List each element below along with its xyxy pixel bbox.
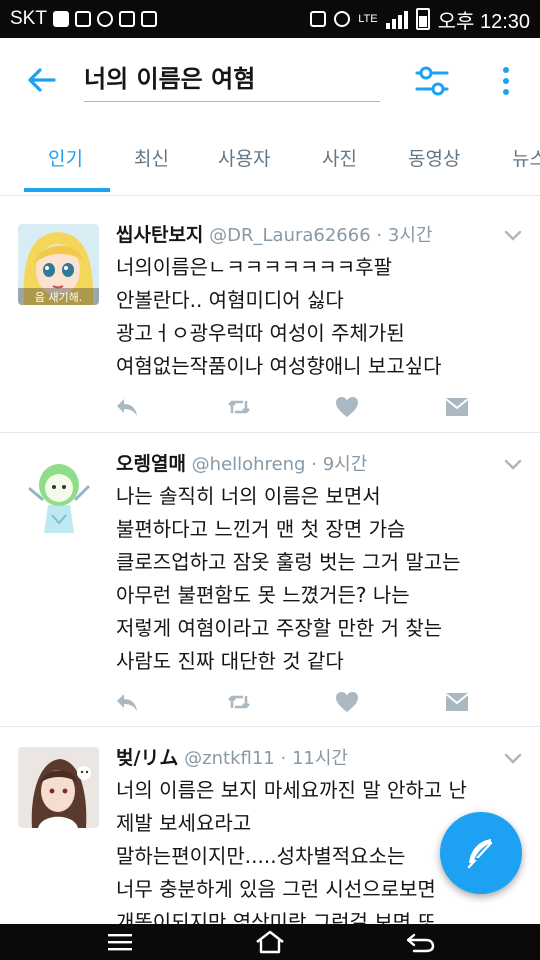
tweet-text-line: 클로즈업하고 잠옷 훌렁 벗는 그거 말고는 (116, 550, 461, 574)
reply-icon[interactable] (114, 394, 140, 420)
tweet-text: 나는 솔직히 너의 이름은 보면서 불편하다고 느낀거 맨 첫 장면 가슴 클로… (116, 480, 520, 678)
like-heart-icon[interactable] (334, 394, 360, 420)
filter-icon[interactable] (414, 64, 450, 98)
carrier-label: SKT (10, 8, 47, 29)
tweet-item[interactable]: 오렝열매 @hellohreng · 9시간 나는 솔직히 너의 이름은 보면서… (0, 433, 540, 727)
retweet-icon[interactable] (226, 394, 252, 420)
tweet-text-line: 개똥이되지만 영상미랑 그런걸 보면 또 (116, 910, 436, 924)
tab-photos[interactable]: 사진 (322, 144, 357, 171)
avatar[interactable] (18, 453, 99, 534)
tab-videos[interactable]: 동영상 (408, 144, 460, 171)
vibrate-icon (310, 11, 327, 27)
chevron-down-icon[interactable] (504, 753, 522, 765)
menu-icon[interactable] (106, 932, 134, 952)
tweet-author-name[interactable]: 씹사탄보지 (116, 224, 203, 246)
tweet-author-name[interactable]: 오렝열매 (116, 453, 186, 475)
tweet-author-handle[interactable]: @DR_Laura62666 (209, 225, 371, 246)
notification-icon (52, 11, 69, 27)
tweet-item[interactable]: 음 새기해. 씹사탄보지 @DR_Laura62666 · 3시간 너의이름은ㄴ… (0, 204, 540, 433)
search-results-timeline[interactable]: 음 새기해. 씹사탄보지 @DR_Laura62666 · 3시간 너의이름은ㄴ… (0, 204, 540, 924)
tweet-timestamp: 9시간 (322, 454, 368, 475)
tweet-timestamp: 3시간 (387, 225, 433, 246)
avatar[interactable]: 음 새기해. (18, 224, 99, 305)
separator-dot: · (376, 225, 383, 246)
more-options-icon[interactable] (496, 64, 516, 98)
search-tabs: 인기 최신 사용자 사진 동영상 뉴스 (0, 124, 540, 196)
signal-icon (385, 9, 408, 29)
chevron-down-icon[interactable] (504, 230, 522, 242)
tab-latest[interactable]: 최신 (134, 144, 169, 171)
network-type-label: LTE (358, 13, 378, 25)
tweet-timestamp: 11시간 (291, 748, 348, 769)
tweet-author-name[interactable]: 벚/リム (116, 747, 178, 769)
clock: 오후 12:30 (437, 10, 530, 33)
music-icon (74, 11, 91, 27)
battery-icon (415, 8, 430, 30)
talk-icon (96, 11, 113, 27)
compose-feather-icon (467, 839, 493, 869)
tab-news[interactable]: 뉴스 (512, 144, 540, 171)
status-bar: SKT LTE 오후 12:30 (0, 0, 540, 38)
tweet-actions (114, 394, 474, 420)
tweet-text-line: 불편하다고 느낀거 맨 첫 장면 가슴 (116, 517, 406, 541)
tweet-text-line: 나는 솔직히 너의 이름은 보면서 (116, 484, 381, 508)
back-arrow-icon[interactable] (24, 62, 60, 98)
separator-dot: · (311, 454, 317, 475)
tweet-header: 씹사탄보지 @DR_Laura62666 · 3시간 (116, 222, 490, 249)
tweet-text-line: 여혐없는작품이나 여성향애니 보고싶다 (116, 354, 442, 378)
active-tab-indicator (24, 188, 110, 192)
tweet-author-handle[interactable]: @zntkfl11 (184, 748, 275, 769)
tweet-header: 벚/リム @zntkfl11 · 11시간 (116, 745, 490, 772)
like-heart-icon[interactable] (334, 689, 360, 715)
search-header: 너의 이름은 여혐 (0, 38, 540, 124)
tweet-text-line: 아무런 불편함도 못 느꼈거든? 나는 (116, 583, 410, 607)
tweet-text-line: 너의이름은ㄴㅋㅋㅋㅋㅋㅋㅋ후팔 (116, 255, 392, 279)
avatar-caption: 음 새기해. (35, 290, 82, 304)
reply-icon[interactable] (114, 689, 140, 715)
chevron-down-icon[interactable] (504, 459, 522, 471)
tweet-text: 너의이름은ㄴㅋㅋㅋㅋㅋㅋㅋ후팔 안볼란다.. 여혐미디어 싫다 광고ㅓㅇ광우럭따… (116, 251, 520, 383)
tab-top[interactable]: 인기 (48, 144, 83, 171)
system-navigation-bar (0, 924, 540, 960)
tweet-actions (114, 689, 474, 715)
tweet-text-line: 저렇게 여혐이라고 주장할 만한 거 찾는 (116, 616, 443, 640)
tweet-header: 오렝열매 @hellohreng · 9시간 (116, 451, 490, 478)
tweet-text-line: 안볼란다.. 여혐미디어 싫다 (116, 288, 344, 312)
download-icon (118, 11, 135, 27)
tweet-text-line: 사람도 진짜 대단한 것 같다 (116, 649, 344, 673)
back-icon[interactable] (404, 930, 436, 954)
hp-icon (140, 11, 157, 27)
separator-dot: · (280, 748, 287, 769)
tweet-author-handle[interactable]: @hellohreng (192, 454, 306, 475)
tweet-text-line: 너의 이름은 보지 마세요까진 말 안하고 난 (116, 778, 467, 802)
compose-tweet-button[interactable] (440, 812, 522, 894)
tab-people[interactable]: 사용자 (218, 144, 270, 171)
direct-message-icon[interactable] (444, 394, 470, 420)
search-input[interactable]: 너의 이름은 여혐 (84, 62, 380, 102)
avatar[interactable] (18, 747, 99, 828)
home-icon[interactable] (254, 929, 286, 955)
retweet-icon[interactable] (226, 689, 252, 715)
alarm-icon (334, 11, 351, 27)
direct-message-icon[interactable] (444, 689, 470, 715)
tweet-text-line: 광고ㅓㅇ광우럭따 여성이 주체가된 (116, 321, 405, 345)
